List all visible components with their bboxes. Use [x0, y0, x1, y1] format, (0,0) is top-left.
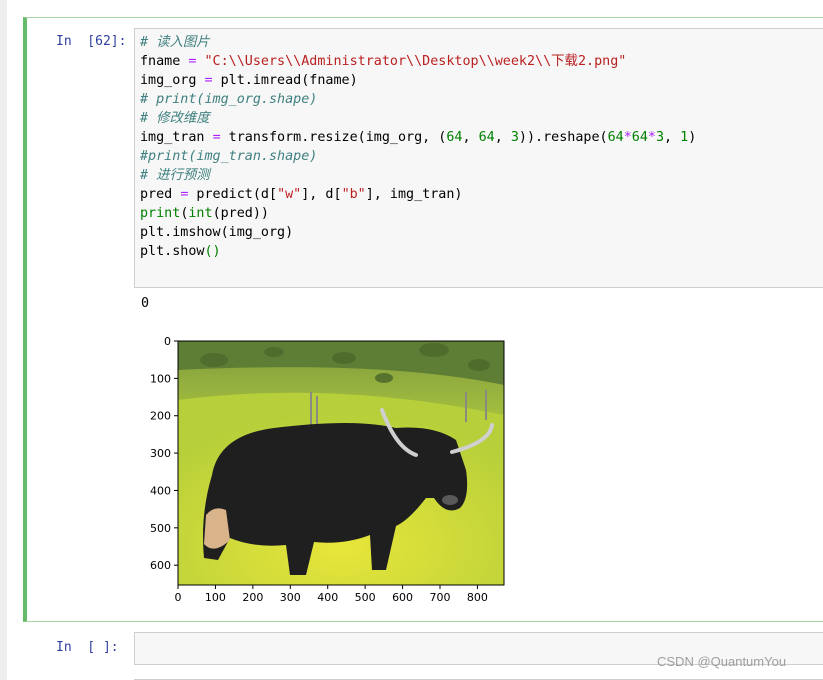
code-token: * — [623, 130, 632, 145]
code-token: # print(img_org.shape) — [140, 92, 318, 107]
code-token: # 进行预测 — [140, 168, 210, 183]
x-tick-label: 800 — [467, 591, 488, 604]
code-line: #print(img_tran.shape) — [140, 149, 317, 164]
code-token: img_org — [140, 73, 205, 88]
code-token: ) — [688, 130, 697, 145]
x-tick-label: 300 — [280, 591, 301, 604]
code-token: (pred)) — [212, 206, 269, 221]
y-tick-label: 300 — [150, 447, 171, 460]
code-token: "C:\\Users\\Administrator\\Desktop\\week… — [204, 54, 627, 69]
x-tick-label: 400 — [317, 591, 338, 604]
code-token: 64 — [478, 130, 495, 145]
code-token: ], d[ — [301, 187, 342, 202]
code-line: img_tran = transform.resize(img_org, (64… — [140, 130, 696, 145]
x-tick-label: 500 — [355, 591, 376, 604]
x-tick-label: 700 — [429, 591, 450, 604]
code-token: plt.show — [140, 244, 205, 259]
code-line: print(int(pred)) — [140, 206, 269, 221]
x-tick-label: 200 — [242, 591, 263, 604]
code-token: # 修改维度 — [140, 111, 210, 126]
plot-axes: 0 100 200 300 400 500 600 700 800 0 100 200 300 400 50… — [150, 335, 505, 604]
watermark: CSDN @QuantumYou — [657, 654, 787, 669]
code-token: ], img_tran) — [365, 187, 463, 202]
code-line: # 读入图片 — [140, 35, 210, 50]
input-prompt-empty: In [ ]: — [56, 640, 119, 655]
code-token: "w" — [277, 187, 302, 202]
code-token: 3 — [510, 130, 519, 145]
code-token: 3 — [655, 130, 665, 145]
code-token: , — [664, 130, 681, 145]
code-line: plt.imshow(img_org) — [140, 225, 293, 240]
code-token: img_tran — [140, 130, 213, 145]
code-token: "b" — [341, 187, 366, 202]
x-tick-label: 100 — [205, 591, 226, 604]
y-tick-label: 200 — [150, 410, 171, 423]
code-token: predict(d[ — [188, 187, 278, 202]
code-editor[interactable]: # 读入图片 fname = "C:\\Users\\Administrator… — [140, 33, 696, 261]
input-prompt: In [62]: — [56, 34, 127, 49]
code-token: print — [140, 206, 181, 221]
code-line: pred = predict(d["w"], d["b"], img_tran) — [140, 187, 463, 202]
code-token: 64 — [607, 130, 624, 145]
code-token: plt.imshow(img_org) — [140, 225, 294, 240]
matplotlib-figure: 0 100 200 300 400 500 600 700 800 0 100 200 300 400 50… — [150, 335, 505, 604]
output-stdout: 0 — [141, 296, 150, 311]
code-token: * — [647, 130, 656, 145]
code-token: int — [188, 206, 213, 221]
code-line: # print(img_org.shape) — [140, 92, 317, 107]
code-token: #print(img_tran.shape) — [140, 149, 318, 164]
code-line: img_org = plt.imread(fname) — [140, 73, 358, 88]
code-token: pred — [140, 187, 181, 202]
y-tick-label: 100 — [150, 372, 171, 385]
y-tick-label: 600 — [150, 559, 171, 572]
y-tick-label: 400 — [150, 484, 171, 497]
x-tick-label: 600 — [392, 591, 413, 604]
code-token: fname — [140, 54, 189, 69]
code-token: = — [212, 130, 221, 145]
code-token: plt.imread(fname) — [212, 73, 358, 88]
code-line: fname = "C:\\Users\\Administrator\\Deskt… — [140, 54, 626, 69]
code-token: () — [204, 244, 221, 259]
code-token: , — [462, 130, 479, 145]
code-token: transform.resize(img_org, ( — [220, 130, 447, 145]
code-token: , — [494, 130, 511, 145]
x-tick-label: 0 — [175, 591, 182, 604]
y-tick-label: 500 — [150, 522, 171, 535]
yak-photo — [178, 341, 504, 585]
code-input-area[interactable]: # 读入图片 fname = "C:\\Users\\Administrator… — [134, 28, 823, 288]
code-line: plt.show() — [140, 244, 221, 259]
code-token: 64 — [631, 130, 648, 145]
left-margin-rule — [0, 0, 7, 680]
code-token: 64 — [446, 130, 463, 145]
code-token: = — [204, 73, 213, 88]
code-token: )).reshape( — [518, 130, 608, 145]
y-tick-label: 0 — [164, 335, 171, 348]
code-token: # 读入图片 — [140, 35, 210, 50]
code-line: # 修改维度 — [140, 111, 210, 126]
code-line: # 进行预测 — [140, 168, 210, 183]
